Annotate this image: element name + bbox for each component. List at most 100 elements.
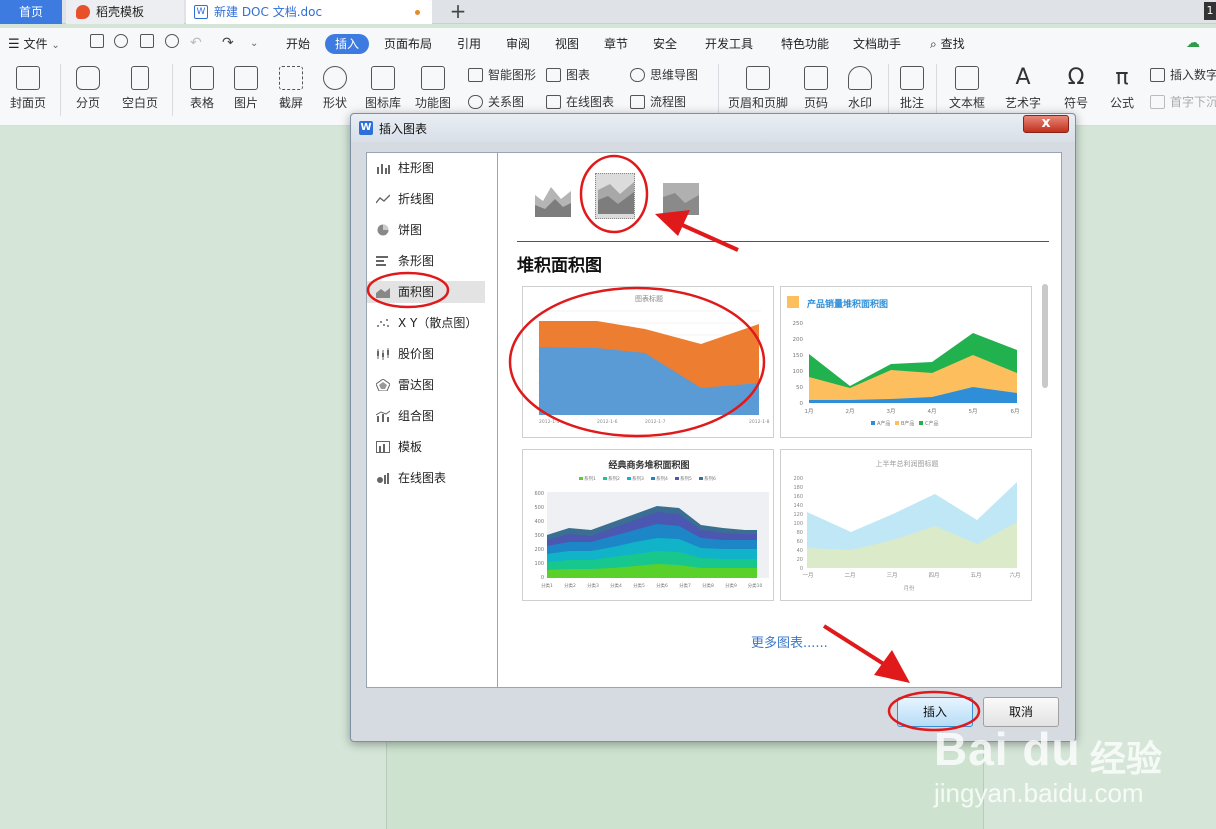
table-button[interactable]: 表格 <box>180 58 224 124</box>
category-pie[interactable]: 饼图 <box>367 219 485 241</box>
preview-3-xlabel: 分类10 <box>748 582 763 589</box>
subtype-stacked-area[interactable] <box>595 173 635 219</box>
tab-home[interactable]: 首页 <box>0 0 62 24</box>
stock-chart-icon <box>377 348 389 360</box>
blank-page-button[interactable]: 空白页 <box>114 58 166 124</box>
menu-page-layout[interactable]: 页面布局 <box>384 34 432 54</box>
preview-4-ytick: 40 <box>797 548 803 554</box>
preview-2-xlabel: 6月 <box>1011 408 1020 415</box>
symbol-label: 符号 <box>1063 96 1088 110</box>
function-chart-label: 功能图 <box>414 96 451 110</box>
preview-business-stacked-area[interactable]: 经典商务堆积面积图 系列1 系列2 系列3 系列4 系列5 系列6 600 50… <box>522 449 774 601</box>
wordart-label: 艺术字 <box>1004 96 1041 110</box>
subtype-stacked-area-icon <box>598 182 634 214</box>
search-box[interactable]: ⌕ 查找 <box>930 34 965 54</box>
docer-icon <box>76 5 90 19</box>
menu-insert[interactable]: 插入 <box>325 34 369 54</box>
preview-2-legend: A产品 <box>877 420 890 427</box>
quick-access-chevron-icon[interactable]: ⌄ <box>250 34 258 54</box>
watermark-url: jingyan.baidu.com <box>934 778 1144 808</box>
category-online-chart[interactable]: 在线图表 <box>367 467 485 489</box>
file-menu[interactable]: ☰ 文件 ⌄ <box>8 34 60 54</box>
menu-security[interactable]: 安全 <box>653 34 677 54</box>
relation-chart-button[interactable]: 关系图 <box>468 91 524 113</box>
cloud-sync-icon[interactable]: ☁ <box>1186 33 1200 53</box>
redo-icon[interactable]: ↷ <box>222 33 234 53</box>
preview-3-xlabel: 分类4 <box>610 582 622 589</box>
close-button[interactable]: x <box>1023 115 1069 133</box>
category-column[interactable]: 柱形图 <box>367 157 485 179</box>
category-scatter-label: X Y（散点图） <box>398 316 478 330</box>
shape-button[interactable]: 形状 <box>316 58 354 124</box>
preview-1-title: 图表标题 <box>635 294 663 303</box>
subtype-percent-stacked-area[interactable] <box>661 173 701 219</box>
undo-icon[interactable]: ↶ <box>190 33 202 53</box>
preview-3-xlabel: 分类8 <box>702 582 714 589</box>
category-template[interactable]: 模板 <box>367 436 485 458</box>
screenshot-button[interactable]: 截屏 <box>270 58 312 124</box>
chart-button[interactable]: 图表 <box>546 64 590 86</box>
picture-icon <box>234 66 258 90</box>
preview-2-title-marker <box>787 296 799 308</box>
print-preview-icon[interactable] <box>165 34 179 48</box>
preview-3-legend-swatch <box>603 477 607 480</box>
shape-icon <box>323 66 347 90</box>
tab-docer-templates[interactable]: 稻壳模板 <box>66 0 184 24</box>
preview-3-legend: 系列3 <box>632 475 644 482</box>
formula-button[interactable]: π 公式 <box>1102 58 1142 124</box>
category-scatter[interactable]: X Y（散点图） <box>367 312 485 334</box>
preview-3-legend: 系列4 <box>656 475 668 482</box>
category-pie-label: 饼图 <box>398 223 423 237</box>
menu-view[interactable]: 视图 <box>555 34 579 54</box>
preview-4-ytick: 200 <box>793 476 803 482</box>
category-line[interactable]: 折线图 <box>367 188 485 210</box>
menu-chapter[interactable]: 章节 <box>604 34 628 54</box>
preview-4-ytick: 180 <box>793 485 803 491</box>
preview-4-xlabel: 四月 <box>928 572 939 579</box>
category-bar[interactable]: 条形图 <box>367 250 485 272</box>
more-charts-link[interactable]: 更多图表...... <box>751 632 828 651</box>
drop-cap-button[interactable]: 首字下沉 <box>1150 91 1216 113</box>
menu-review[interactable]: 审阅 <box>506 34 530 54</box>
preview-2-xlabel: 5月 <box>969 408 978 415</box>
category-area[interactable]: 面积图 <box>367 281 485 303</box>
insert-number-button[interactable]: 插入数字 <box>1150 64 1216 86</box>
page-number-label: 页码 <box>803 96 828 110</box>
category-combo[interactable]: 组合图 <box>367 405 485 427</box>
preview-4-xlabel: 一月 <box>802 572 813 579</box>
picture-button[interactable]: 图片 <box>226 58 266 124</box>
page-break-button[interactable]: 分页 <box>68 58 108 124</box>
menu-developer[interactable]: 开发工具 <box>705 34 753 54</box>
preview-4-axis-title: 月份 <box>903 584 915 592</box>
category-stock[interactable]: 股价图 <box>367 343 485 365</box>
preview-scrollbar[interactable] <box>1042 284 1048 388</box>
menu-doc-assistant[interactable]: 文档助手 <box>853 34 901 54</box>
preview-2-xlabel: 2月 <box>846 408 855 415</box>
cover-page-button[interactable]: 封面页 <box>2 58 54 124</box>
mindmap-button[interactable]: 思维导图 <box>630 64 698 86</box>
category-area-label: 面积图 <box>398 285 435 299</box>
textbox-label: 文本框 <box>948 96 985 110</box>
format-painter-icon[interactable] <box>114 34 128 48</box>
flowchart-button[interactable]: 流程图 <box>630 91 686 113</box>
dialog-titlebar[interactable]: W 插入图表 x <box>351 114 1075 142</box>
new-tab-plus-icon[interactable]: + <box>446 0 470 24</box>
section-divider <box>517 241 1049 242</box>
smartart-button[interactable]: 智能图形 <box>468 64 536 86</box>
ribbon-divider <box>936 64 937 116</box>
preview-stacked-area-basic[interactable]: 图表标题 2012-1-5 2012-1-6 2012-1-7 2012-1-8 <box>522 286 774 438</box>
preview-product-sales-area[interactable]: 产品销量堆积面积图 250 200 150 100 50 0 1月 2月 3月 … <box>780 286 1032 438</box>
online-chart-button[interactable]: 在线图表 <box>546 91 614 113</box>
menu-references[interactable]: 引用 <box>457 34 481 54</box>
menu-start[interactable]: 开始 <box>286 34 310 54</box>
textbox-icon <box>955 66 979 90</box>
category-line-label: 折线图 <box>398 192 435 206</box>
preview-profit-area[interactable]: 上半年总利润图标题 200 180 160 140 120 100 80 60 … <box>780 449 1032 601</box>
category-radar[interactable]: 雷达图 <box>367 374 485 396</box>
save-icon[interactable] <box>90 34 104 48</box>
preview-3-legend-swatch <box>627 477 631 480</box>
tab-document[interactable]: W 新建 DOC 文档.doc <box>186 0 432 24</box>
print-icon[interactable] <box>140 34 154 48</box>
menu-special[interactable]: 特色功能 <box>781 34 829 54</box>
subtype-area[interactable] <box>533 173 573 219</box>
